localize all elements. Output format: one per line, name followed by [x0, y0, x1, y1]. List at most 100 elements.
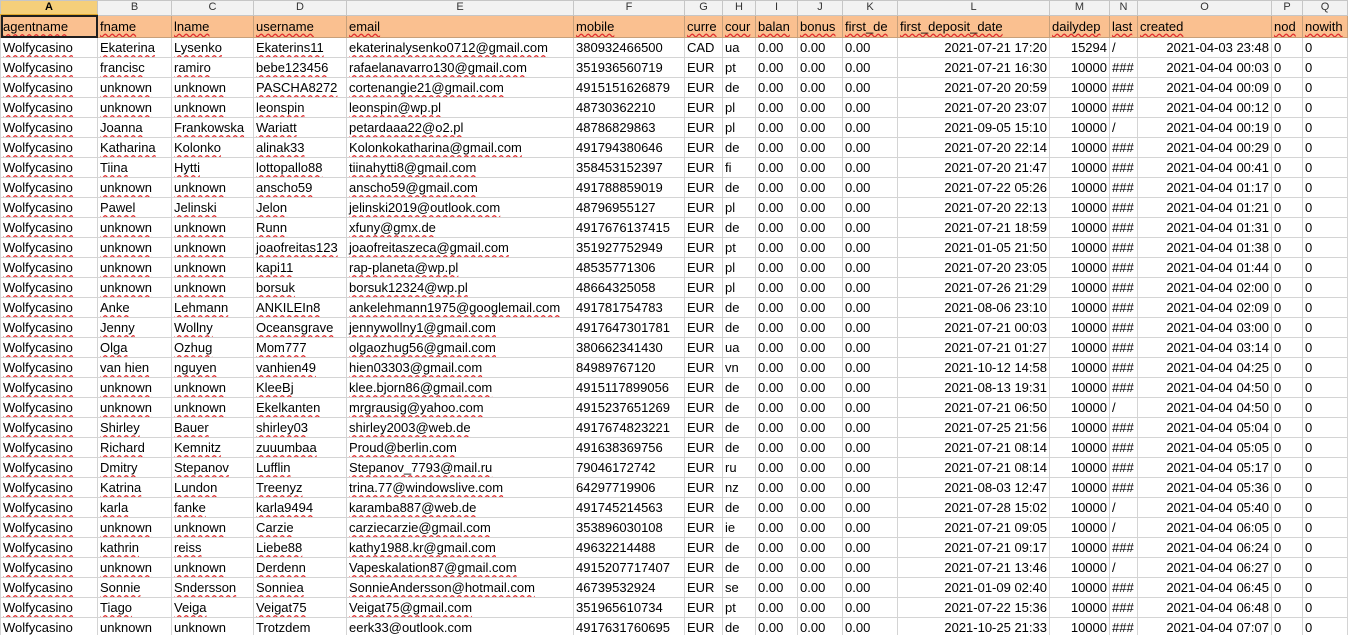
table-cell[interactable]: Kolonkokatharina@gmail.com: [346, 137, 574, 158]
table-cell[interactable]: 0: [1271, 157, 1303, 178]
table-cell[interactable]: ###: [1109, 377, 1138, 398]
column-letter-p[interactable]: P: [1271, 0, 1303, 16]
table-cell[interactable]: Tiina: [97, 157, 172, 178]
table-cell[interactable]: 2021-07-20 23:05: [897, 257, 1050, 278]
table-cell[interactable]: 0.00: [842, 77, 898, 98]
table-cell[interactable]: /: [1109, 517, 1138, 538]
header-cell[interactable]: email: [346, 14, 574, 38]
table-cell[interactable]: EUR: [684, 177, 723, 198]
table-cell[interactable]: Anke: [97, 297, 172, 318]
table-cell[interactable]: 0.00: [842, 537, 898, 558]
table-cell[interactable]: Wolfycasino: [0, 197, 98, 218]
table-cell[interactable]: de: [722, 217, 756, 238]
table-cell[interactable]: 2021-01-05 21:50: [897, 237, 1050, 258]
table-cell[interactable]: unknown: [171, 277, 254, 298]
table-cell[interactable]: lottopallo88: [253, 157, 347, 178]
table-cell[interactable]: 0: [1302, 357, 1348, 378]
table-cell[interactable]: ###: [1109, 157, 1138, 178]
table-cell[interactable]: 2021-04-04 01:31: [1137, 217, 1272, 238]
table-cell[interactable]: Lufflin: [253, 457, 347, 478]
table-cell[interactable]: Tiago: [97, 597, 172, 618]
table-cell[interactable]: 2021-04-04 05:17: [1137, 457, 1272, 478]
table-cell[interactable]: kapi11: [253, 257, 347, 278]
table-cell[interactable]: 79046172742: [573, 457, 685, 478]
table-cell[interactable]: 0.00: [842, 517, 898, 538]
table-cell[interactable]: 2021-07-20 23:07: [897, 97, 1050, 118]
table-cell[interactable]: 380662341430: [573, 337, 685, 358]
table-cell[interactable]: unknown: [97, 617, 172, 635]
table-cell[interactable]: 491638369756: [573, 437, 685, 458]
table-cell[interactable]: 358453152397: [573, 157, 685, 178]
table-cell[interactable]: 2021-07-21 06:50: [897, 397, 1050, 418]
table-cell[interactable]: 0.00: [797, 317, 843, 338]
table-cell[interactable]: Katrina: [97, 477, 172, 498]
table-cell[interactable]: Carzie: [253, 517, 347, 538]
table-cell[interactable]: Wolfycasino: [0, 257, 98, 278]
table-cell[interactable]: 0.00: [842, 577, 898, 598]
table-cell[interactable]: ###: [1109, 457, 1138, 478]
table-cell[interactable]: 0.00: [797, 297, 843, 318]
table-cell[interactable]: 0: [1302, 317, 1348, 338]
table-cell[interactable]: EUR: [684, 197, 723, 218]
table-cell[interactable]: 2021-04-04 00:41: [1137, 157, 1272, 178]
table-cell[interactable]: 0.00: [797, 357, 843, 378]
table-cell[interactable]: EUR: [684, 97, 723, 118]
table-cell[interactable]: 0.00: [755, 457, 798, 478]
table-cell[interactable]: 0: [1302, 397, 1348, 418]
table-cell[interactable]: 0.00: [842, 297, 898, 318]
table-cell[interactable]: EUR: [684, 577, 723, 598]
header-cell[interactable]: first_de: [842, 14, 898, 38]
table-cell[interactable]: de: [722, 297, 756, 318]
table-cell[interactable]: 0: [1271, 577, 1303, 598]
table-cell[interactable]: ###: [1109, 477, 1138, 498]
table-cell[interactable]: 2021-04-04 02:09: [1137, 297, 1272, 318]
table-cell[interactable]: 0.00: [842, 317, 898, 338]
table-cell[interactable]: 0: [1271, 317, 1303, 338]
table-cell[interactable]: 0: [1302, 197, 1348, 218]
table-cell[interactable]: unknown: [171, 77, 254, 98]
table-cell[interactable]: 4917647301781: [573, 317, 685, 338]
table-cell[interactable]: 2021-07-21 18:59: [897, 217, 1050, 238]
table-cell[interactable]: 2021-07-21 00:03: [897, 317, 1050, 338]
table-cell[interactable]: shirley03: [253, 417, 347, 438]
header-cell[interactable]: last: [1109, 14, 1138, 38]
table-cell[interactable]: 2021-04-04 00:09: [1137, 77, 1272, 98]
table-cell[interactable]: EUR: [684, 57, 723, 78]
table-cell[interactable]: 2021-08-06 23:10: [897, 297, 1050, 318]
table-cell[interactable]: Wolfycasino: [0, 37, 98, 58]
table-cell[interactable]: Wolfycasino: [0, 97, 98, 118]
header-cell[interactable]: balan: [755, 14, 798, 38]
table-cell[interactable]: EUR: [684, 257, 723, 278]
table-cell[interactable]: 0.00: [755, 277, 798, 298]
table-cell[interactable]: Wollny: [171, 317, 254, 338]
table-cell[interactable]: 2021-04-04 01:38: [1137, 237, 1272, 258]
table-cell[interactable]: 4915151626879: [573, 77, 685, 98]
table-cell[interactable]: unknown: [97, 397, 172, 418]
table-cell[interactable]: 2021-04-04 05:05: [1137, 437, 1272, 458]
table-cell[interactable]: 0.00: [755, 537, 798, 558]
table-cell[interactable]: 0.00: [755, 577, 798, 598]
table-cell[interactable]: fanke: [171, 497, 254, 518]
table-cell[interactable]: 0: [1271, 37, 1303, 58]
table-cell[interactable]: Kemnitz: [171, 437, 254, 458]
table-cell[interactable]: ###: [1109, 137, 1138, 158]
table-cell[interactable]: /: [1109, 37, 1138, 58]
header-cell[interactable]: curre: [684, 14, 723, 38]
table-cell[interactable]: vanhien49: [253, 357, 347, 378]
table-cell[interactable]: 10000: [1049, 137, 1110, 158]
table-cell[interactable]: EUR: [684, 477, 723, 498]
table-cell[interactable]: 2021-04-04 07:07: [1137, 617, 1272, 635]
table-cell[interactable]: Lysenko: [171, 37, 254, 58]
table-cell[interactable]: 0.00: [797, 537, 843, 558]
table-cell[interactable]: 10000: [1049, 57, 1110, 78]
table-cell[interactable]: 0.00: [842, 137, 898, 158]
column-letter-o[interactable]: O: [1137, 0, 1272, 16]
table-cell[interactable]: Wolfycasino: [0, 117, 98, 138]
table-cell[interactable]: 10000: [1049, 97, 1110, 118]
table-cell[interactable]: unknown: [171, 617, 254, 635]
table-cell[interactable]: Sndersson: [171, 577, 254, 598]
table-cell[interactable]: 491794380646: [573, 137, 685, 158]
table-cell[interactable]: 0.00: [797, 217, 843, 238]
table-cell[interactable]: 0.00: [842, 257, 898, 278]
table-cell[interactable]: unknown: [171, 217, 254, 238]
